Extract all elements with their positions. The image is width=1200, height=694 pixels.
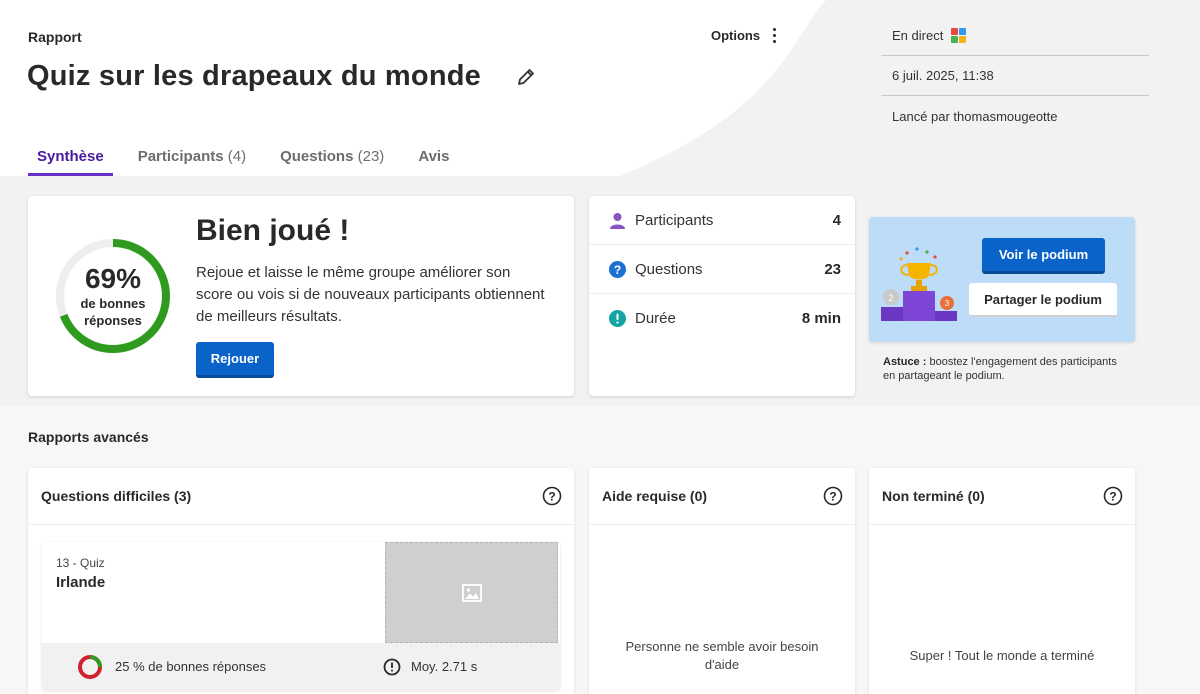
launched-by: Lancé par thomasmougeotte bbox=[881, 96, 1149, 136]
stat-questions: ? Questions 23 bbox=[589, 245, 855, 294]
launched-by-value: Lancé par thomasmougeotte bbox=[892, 108, 1058, 124]
session-date: 6 juil. 2025, 11:38 bbox=[881, 56, 1149, 96]
correct-rate: 25 % de bonnes réponses bbox=[77, 654, 383, 680]
tab-label: Avis bbox=[418, 148, 450, 165]
view-podium-button[interactable]: Voir le podium bbox=[982, 238, 1105, 274]
panel-header: Questions difficiles (3) ? bbox=[28, 468, 574, 525]
stat-value: 4 bbox=[832, 211, 841, 229]
tab-label: Questions bbox=[280, 148, 354, 165]
tab-questions[interactable]: Questions (23) bbox=[271, 138, 393, 176]
stat-value: 8 min bbox=[801, 310, 841, 327]
score-donut-label: 69% de bonnes réponses bbox=[53, 236, 173, 356]
page-title: Quiz sur les drapeaux du monde bbox=[27, 60, 481, 92]
tab-count: (23) bbox=[357, 148, 385, 165]
question-meta: 13 - Quiz bbox=[56, 556, 105, 570]
panel-title: Questions difficiles (3) bbox=[41, 488, 192, 504]
stat-participants: Participants 4 bbox=[589, 196, 855, 245]
podium-tip: Astuce : boostez l'engagement des partic… bbox=[883, 355, 1123, 383]
stat-label: Durée bbox=[635, 310, 676, 327]
tab-label: Synthèse bbox=[37, 148, 104, 165]
tab-feedback[interactable]: Avis bbox=[409, 138, 458, 176]
report-header: Rapport Quiz sur les drapeaux du monde O… bbox=[0, 0, 1200, 176]
options-label: Options bbox=[711, 28, 761, 43]
section-label: Rapport bbox=[28, 29, 82, 45]
question-stats-footer: 25 % de bonnes réponses Moy. 2.71 s bbox=[42, 643, 560, 690]
stat-label: Participants bbox=[635, 211, 714, 229]
empty-message: Personne ne semble avoir besoin d'aide bbox=[625, 639, 819, 672]
podium-illustration: 2 3 bbox=[881, 247, 957, 321]
help-needed-panel: Aide requise (0) ? Personne ne semble av… bbox=[589, 468, 855, 694]
help-icon[interactable]: ? bbox=[1103, 486, 1123, 506]
score-caption: de bonnes réponses bbox=[80, 296, 146, 328]
kebab-icon bbox=[770, 28, 778, 43]
stat-value: 23 bbox=[824, 260, 841, 278]
svg-text:?: ? bbox=[1109, 489, 1116, 503]
panel-header: Aide requise (0) ? bbox=[589, 468, 855, 525]
score-headline: Bien joué ! bbox=[196, 214, 350, 247]
stat-duration: Durée 8 min bbox=[589, 294, 855, 343]
stat-label: Questions bbox=[635, 260, 703, 278]
report-tabs: Synthèse Participants (4) Questions (23)… bbox=[28, 138, 474, 176]
share-podium-button[interactable]: Partager le podium bbox=[969, 283, 1117, 317]
svg-text:2: 2 bbox=[888, 293, 893, 303]
image-icon bbox=[461, 583, 482, 602]
question-image-placeholder bbox=[385, 542, 558, 643]
hard-questions-panel: Questions difficiles (3) ? 13 - Quiz Irl… bbox=[28, 468, 574, 694]
average-time: Moy. 2.71 s bbox=[383, 658, 477, 676]
stats-card: Participants 4 ? Questions 23 Durée 8 mi… bbox=[589, 196, 855, 396]
help-icon[interactable]: ? bbox=[823, 486, 843, 506]
score-percent: 69% bbox=[84, 263, 142, 294]
person-icon bbox=[610, 212, 625, 229]
correct-rate-donut bbox=[78, 654, 102, 679]
session-date-value: 6 juil. 2025, 11:38 bbox=[892, 68, 994, 83]
tab-label: Participants bbox=[137, 148, 224, 165]
options-menu-button[interactable]: Options bbox=[711, 28, 778, 43]
panel-title: Non terminé (0) bbox=[882, 488, 985, 504]
question-name: Irlande bbox=[56, 574, 106, 591]
svg-text:?: ? bbox=[614, 262, 621, 276]
timer-icon bbox=[609, 310, 626, 327]
svg-text:?: ? bbox=[829, 489, 836, 503]
score-card: 69% de bonnes réponses Bien joué ! Rejou… bbox=[28, 196, 574, 396]
tip-label: Astuce : bbox=[883, 356, 927, 368]
correct-rate-label: 25 % de bonnes réponses bbox=[115, 659, 267, 674]
live-status-label: En direct bbox=[892, 28, 944, 43]
tab-participants[interactable]: Participants (4) bbox=[129, 138, 255, 176]
replay-button[interactable]: Rejouer bbox=[196, 342, 274, 378]
question-circle-icon: ? bbox=[609, 260, 626, 278]
panel-header: Non terminé (0) ? bbox=[869, 468, 1135, 525]
not-finished-panel: Non terminé (0) ? Super ! Tout le monde … bbox=[869, 468, 1135, 694]
empty-message: Super ! Tout le monde a terminé bbox=[909, 648, 1095, 663]
stopwatch-icon bbox=[383, 658, 401, 675]
session-meta: En direct 6 juil. 2025, 11:38 Lancé par … bbox=[881, 16, 1149, 136]
live-status: En direct bbox=[881, 16, 1149, 56]
svg-text:3: 3 bbox=[945, 299, 950, 308]
panel-title: Aide requise (0) bbox=[602, 488, 708, 504]
pencil-icon[interactable] bbox=[515, 66, 537, 88]
podium-card: 2 3 Voir le podium Partager le podium bbox=[869, 217, 1135, 342]
score-message: Rejoue et laisse le même groupe améliore… bbox=[196, 264, 545, 325]
live-mode-icon bbox=[951, 28, 967, 43]
tab-count: (4) bbox=[227, 148, 247, 165]
tab-summary[interactable]: Synthèse bbox=[28, 138, 113, 176]
average-time-label: Moy. 2.71 s bbox=[411, 659, 478, 674]
svg-text:?: ? bbox=[548, 489, 555, 503]
hard-question-card[interactable]: 13 - Quiz Irlande 25 % de bonnes réponse… bbox=[42, 542, 560, 690]
help-icon[interactable]: ? bbox=[542, 486, 562, 506]
advanced-reports-title: Rapports avancés bbox=[28, 429, 149, 445]
